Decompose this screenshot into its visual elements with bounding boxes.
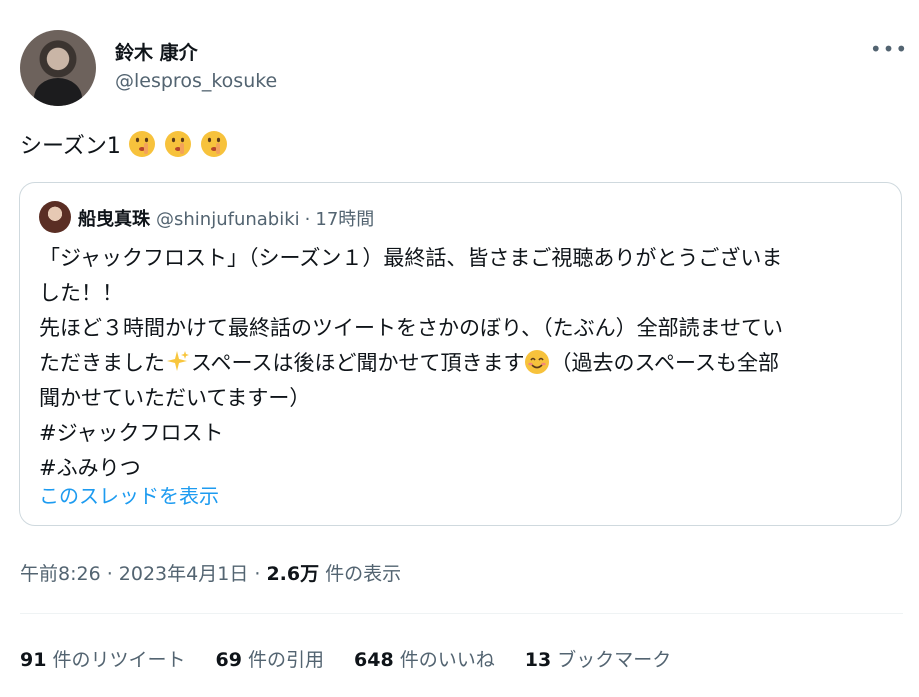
quoted-line-part: ただきました bbox=[39, 351, 165, 375]
tweet-metadata: 午前8:26 · 2023年4月1日 · 2.6万 件の表示 bbox=[20, 559, 401, 586]
sparkles-emoji-icon bbox=[167, 351, 189, 371]
quoted-line: 「ジャックフロスト」（シーズン１）最終話、皆さまご視聴ありがとうございま bbox=[39, 246, 783, 270]
quoted-author-handle: @shinjufunabiki bbox=[156, 209, 300, 230]
quoted-line: ただきました スペースは後ほど聞かせて頂きます （過去のスペースも全部 bbox=[39, 346, 889, 381]
tweet-timestamp[interactable]: 午前8:26 · 2023年4月1日 · bbox=[20, 563, 266, 585]
quoted-tweet-time: 17時間 bbox=[315, 209, 375, 230]
quoted-tweet-header: 船曳真珠 @shinjufunabiki · 17時間 bbox=[78, 205, 374, 231]
bookmarks-stat[interactable]: 13 ブックマーク bbox=[525, 645, 672, 672]
quotes-count: 69 bbox=[215, 649, 242, 671]
divider bbox=[20, 613, 903, 614]
smiling-face-emoji-icon bbox=[525, 350, 550, 374]
quoted-line-part: スペースは後ほど聞かせて頂きます bbox=[191, 351, 525, 375]
retweets-count: 91 bbox=[20, 649, 47, 671]
quoted-line: 聞かせていただいてますー） bbox=[39, 386, 311, 410]
bookmarks-label: ブックマーク bbox=[551, 649, 672, 671]
tweet-text: シーズン1 bbox=[20, 128, 229, 160]
quotes-label: 件の引用 bbox=[241, 649, 324, 671]
tweet-text-content: シーズン1 bbox=[20, 134, 121, 159]
quoted-line: 先ほど３時間かけて最終話のツイートをさかのぼり、（たぶん）全部読ませてい bbox=[39, 316, 784, 340]
show-thread-link[interactable]: このスレッドを表示 bbox=[39, 480, 219, 509]
shushing-face-emoji-icon bbox=[128, 131, 155, 157]
quoted-author-avatar bbox=[39, 201, 71, 233]
hashtag-line[interactable]: #ジャックフロスト bbox=[39, 416, 889, 451]
more-options-icon[interactable]: ••• bbox=[870, 36, 907, 62]
engagement-stats: 91 件のリツイート 69 件の引用 648 件のいいね 13 ブックマーク bbox=[20, 645, 701, 672]
shushing-face-emoji-icon bbox=[200, 131, 227, 157]
bookmarks-count: 13 bbox=[524, 649, 552, 671]
quoted-line: した！！ bbox=[39, 281, 123, 305]
likes-label: 件のいいね bbox=[393, 649, 495, 671]
shushing-face-emoji-icon bbox=[164, 131, 191, 157]
author-display-name[interactable]: 鈴木 康介 bbox=[115, 38, 198, 65]
quotes-stat[interactable]: 69 件の引用 bbox=[216, 645, 325, 672]
quoted-author-name: 船曳真珠 bbox=[78, 209, 150, 230]
likes-stat[interactable]: 648 件のいいね bbox=[354, 645, 495, 672]
author-avatar[interactable] bbox=[20, 30, 96, 106]
views-label: 件の表示 bbox=[319, 563, 402, 585]
separator-dot: · bbox=[304, 209, 311, 230]
author-handle[interactable]: @lespros_kosuke bbox=[115, 70, 277, 92]
quoted-tweet-card[interactable]: 船曳真珠 @shinjufunabiki · 17時間 「ジャックフロスト」（シ… bbox=[19, 182, 902, 526]
retweets-label: 件のリツイート bbox=[46, 649, 186, 671]
quoted-line-part: （過去のスペースも全部 bbox=[550, 351, 779, 375]
views-count: 2.6万 bbox=[266, 563, 320, 585]
likes-count: 648 bbox=[354, 649, 394, 671]
retweets-stat[interactable]: 91 件のリツイート bbox=[20, 645, 186, 672]
quoted-tweet-body: 「ジャックフロスト」（シーズン１）最終話、皆さまご視聴ありがとうございま した！… bbox=[39, 241, 889, 486]
